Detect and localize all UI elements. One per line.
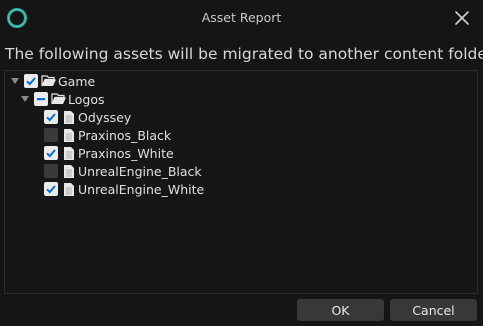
checkbox-praxinos-black[interactable] [44, 128, 58, 142]
checkbox-praxinos-white[interactable] [44, 146, 58, 160]
tree-label-odyssey: Odyssey [78, 109, 132, 125]
tree-label-praxinos-white: Praxinos_White [78, 145, 174, 161]
tree-label-unrealengine-black: UnrealEngine_Black [78, 163, 202, 179]
window-title: Asset Report [201, 10, 282, 25]
checkbox-unrealengine-black[interactable] [44, 164, 58, 178]
collapse-arrow-icon[interactable] [18, 90, 32, 108]
tree-row-logos[interactable]: Logos [18, 90, 105, 108]
migration-message: The following assets will be migrated to… [5, 45, 483, 63]
folder-open-icon [51, 91, 67, 107]
cancel-button[interactable]: Cancel [390, 299, 477, 321]
checkbox-game[interactable] [24, 74, 38, 88]
folder-open-icon [41, 73, 57, 89]
close-icon[interactable] [453, 9, 471, 27]
asset-file-icon [61, 127, 77, 143]
asset-file-icon [61, 145, 77, 161]
asset-tree[interactable]: Game Logos Odyssey Praxinos_Black Praxin… [4, 70, 478, 294]
title-bar: Asset Report [0, 0, 483, 36]
tree-label-praxinos-black: Praxinos_Black [78, 127, 172, 143]
checkbox-odyssey[interactable] [44, 110, 58, 124]
asset-file-icon [61, 109, 77, 125]
collapse-arrow-icon[interactable] [8, 72, 22, 90]
tree-row-unrealengine-white[interactable]: UnrealEngine_White [42, 180, 204, 198]
tree-row-game[interactable]: Game [8, 72, 95, 90]
tree-row-odyssey[interactable]: Odyssey [42, 108, 131, 126]
checkbox-unrealengine-white[interactable] [44, 182, 58, 196]
tree-label-logos: Logos [68, 91, 105, 107]
tree-label-unrealengine-white: UnrealEngine_White [78, 181, 205, 197]
tree-row-praxinos-white[interactable]: Praxinos_White [42, 144, 174, 162]
tree-row-praxinos-black[interactable]: Praxinos_Black [42, 126, 171, 144]
asset-file-icon [61, 163, 77, 179]
tree-label-game: Game [58, 73, 96, 89]
asset-file-icon [61, 181, 77, 197]
checkbox-logos[interactable] [34, 92, 48, 106]
ok-button[interactable]: OK [297, 299, 384, 321]
tree-row-unrealengine-black[interactable]: UnrealEngine_Black [42, 162, 202, 180]
